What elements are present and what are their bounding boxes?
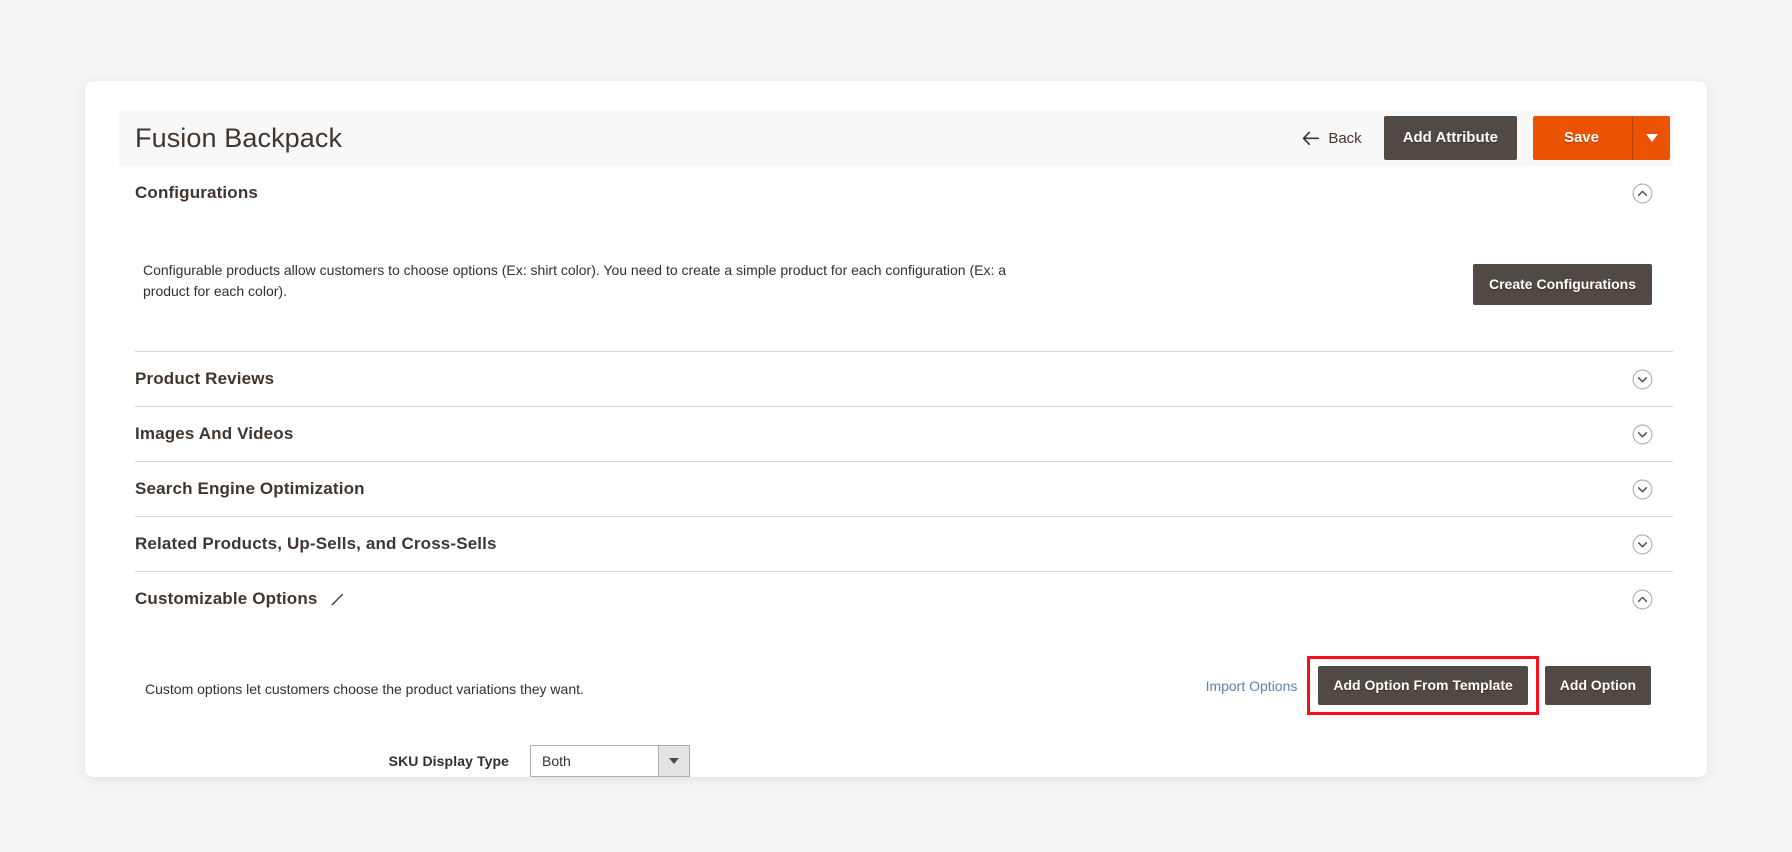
configurations-body: Configurable products allow customers to… bbox=[119, 220, 1673, 351]
back-label: Back bbox=[1328, 129, 1362, 147]
add-attribute-button[interactable]: Add Attribute bbox=[1383, 116, 1517, 160]
arrow-left-icon bbox=[1302, 131, 1320, 146]
chevron-down-icon bbox=[1645, 134, 1658, 142]
section-header-related-products[interactable]: Related Products, Up-Sells, and Cross-Se… bbox=[119, 517, 1673, 571]
customizable-options-toolbar: Custom options let customers choose the … bbox=[145, 656, 1657, 715]
add-option-from-template-button[interactable]: Add Option From Template bbox=[1318, 666, 1528, 705]
create-configurations-button[interactable]: Create Configurations bbox=[1472, 264, 1652, 305]
sku-display-type-select[interactable]: Both bbox=[530, 745, 690, 777]
back-button[interactable]: Back bbox=[1302, 129, 1362, 147]
customizable-options-description: Custom options let customers choose the … bbox=[145, 680, 584, 697]
save-split-button: Save bbox=[1532, 116, 1670, 160]
section-title: Customizable Options bbox=[135, 589, 318, 608]
section-header-images-and-videos[interactable]: Images And Videos bbox=[119, 407, 1673, 461]
import-options-link[interactable]: Import Options bbox=[1206, 678, 1298, 694]
sku-display-type-value: Both bbox=[542, 753, 571, 769]
add-option-button[interactable]: Add Option bbox=[1544, 666, 1651, 705]
chevron-down-circle-icon[interactable] bbox=[1631, 478, 1653, 500]
chevron-down-circle-icon[interactable] bbox=[1631, 368, 1653, 390]
save-button[interactable]: Save bbox=[1532, 116, 1632, 160]
header-actions: Back Add Attribute Save bbox=[1302, 116, 1673, 160]
sku-display-type-field: SKU Display Type Both bbox=[145, 745, 1657, 777]
chevron-up-circle-icon[interactable] bbox=[1631, 182, 1653, 204]
chevron-up-circle-icon[interactable] bbox=[1631, 588, 1653, 610]
page-title: Fusion Backpack bbox=[135, 122, 343, 153]
customizable-options-actions: Import Options Add Option From Template … bbox=[1206, 656, 1657, 715]
page-root: Fusion Backpack Back Add Attribute Save bbox=[0, 0, 1792, 852]
chevron-down-circle-icon[interactable] bbox=[1631, 533, 1653, 555]
section-header-product-reviews[interactable]: Product Reviews bbox=[119, 352, 1673, 406]
customizable-options-body: Custom options let customers choose the … bbox=[119, 626, 1673, 797]
section-header-configurations[interactable]: Configurations bbox=[119, 166, 1673, 220]
highlight-outline: Add Option From Template bbox=[1307, 656, 1539, 715]
chevron-down-circle-icon[interactable] bbox=[1631, 423, 1653, 445]
section-title: Product Reviews bbox=[135, 369, 275, 388]
configurations-description: Configurable products allow customers to… bbox=[143, 262, 1007, 300]
page-header: Fusion Backpack Back Add Attribute Save bbox=[119, 110, 1673, 166]
section-header-search-engine-optimization[interactable]: Search Engine Optimization bbox=[119, 462, 1673, 516]
sku-display-type-label: SKU Display Type bbox=[388, 753, 509, 769]
caret-down-icon[interactable] bbox=[658, 746, 689, 776]
section-title: Related Products, Up-Sells, and Cross-Se… bbox=[135, 534, 497, 553]
section-title: Images And Videos bbox=[135, 424, 294, 443]
section-title: Search Engine Optimization bbox=[135, 479, 365, 498]
section-header-customizable-options[interactable]: Customizable Options bbox=[119, 572, 1673, 626]
save-options-toggle[interactable] bbox=[1633, 116, 1670, 160]
product-form-card: Fusion Backpack Back Add Attribute Save bbox=[85, 81, 1707, 777]
pencil-icon[interactable] bbox=[330, 592, 345, 607]
section-title: Configurations bbox=[135, 183, 258, 202]
sections-list: Configurations Configurable products all… bbox=[119, 166, 1673, 797]
